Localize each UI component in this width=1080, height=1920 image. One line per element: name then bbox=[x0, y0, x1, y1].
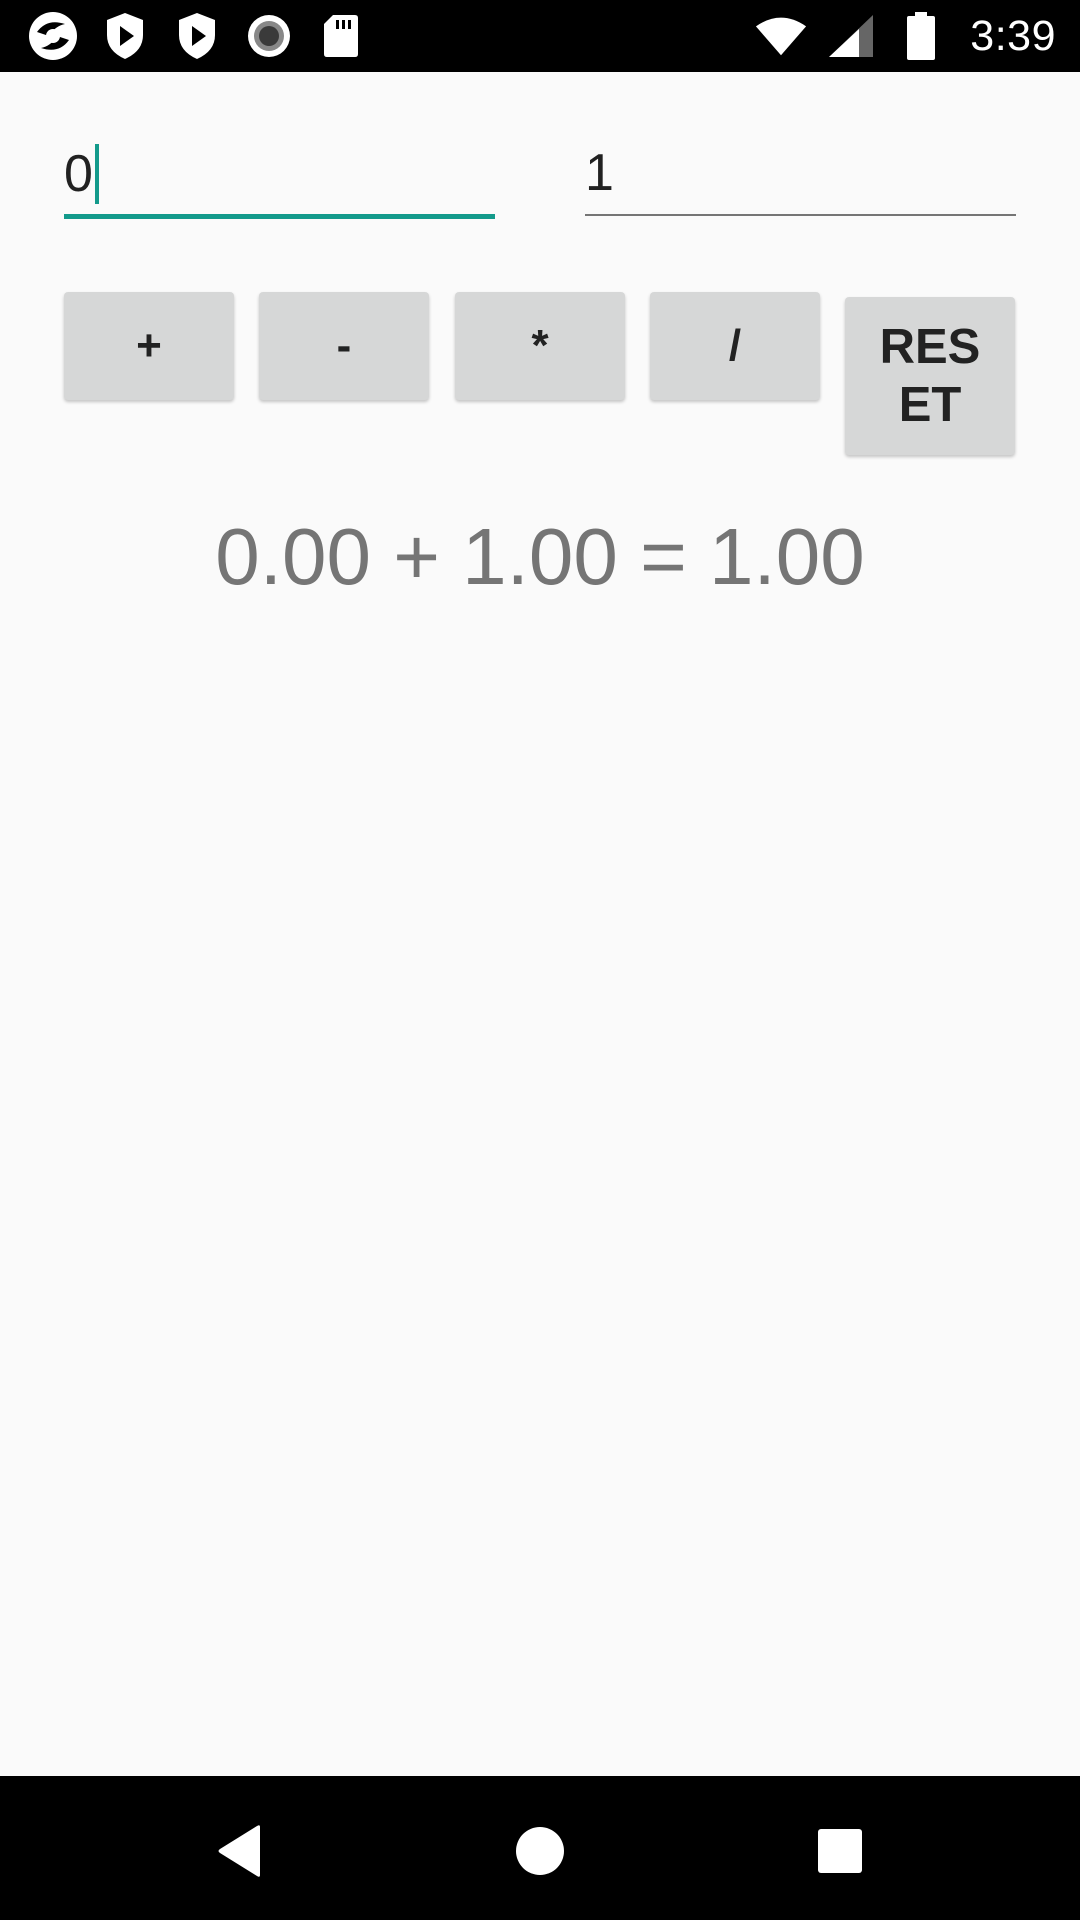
second-number-input[interactable]: 1 bbox=[585, 144, 614, 202]
system-indicators: 3:39 bbox=[754, 10, 1056, 62]
second-number-field[interactable]: 1 bbox=[585, 130, 1016, 220]
navigation-bar bbox=[0, 1776, 1080, 1920]
second-number-value-wrap[interactable]: 1 bbox=[585, 144, 614, 202]
app-logo-icon bbox=[26, 9, 80, 63]
record-icon bbox=[242, 9, 296, 63]
notification-icons bbox=[26, 10, 368, 62]
first-number-value-wrap[interactable]: 0 bbox=[64, 144, 99, 204]
status-time: 3:39 bbox=[970, 11, 1056, 60]
first-number-underline bbox=[64, 214, 495, 219]
shield-play-icon bbox=[98, 9, 152, 63]
second-number-underline bbox=[585, 214, 1016, 216]
calculator-screen: 3:39 0 1 + - * / RESET 0.00 + 1.00 = 1.0… bbox=[0, 0, 1080, 1920]
multiply-button[interactable]: * bbox=[455, 292, 625, 400]
result-text: 0.00 + 1.00 = 1.00 bbox=[215, 512, 865, 601]
add-button[interactable]: + bbox=[64, 292, 234, 400]
sd-card-icon bbox=[314, 9, 368, 63]
divide-button[interactable]: / bbox=[650, 292, 820, 400]
first-number-input[interactable]: 0 bbox=[64, 145, 93, 203]
reset-button[interactable]: RESET bbox=[845, 297, 1015, 455]
status-bar: 3:39 bbox=[0, 0, 1080, 72]
battery-icon bbox=[894, 9, 948, 63]
recent-apps-icon[interactable] bbox=[805, 1816, 875, 1886]
back-icon[interactable] bbox=[205, 1816, 275, 1886]
home-icon[interactable] bbox=[505, 1816, 575, 1886]
subtract-button[interactable]: - bbox=[259, 292, 429, 400]
first-number-field[interactable]: 0 bbox=[64, 130, 495, 220]
shield-play-icon bbox=[170, 9, 224, 63]
cell-signal-icon bbox=[824, 9, 878, 63]
text-cursor bbox=[94, 144, 99, 204]
wifi-icon bbox=[754, 9, 808, 63]
